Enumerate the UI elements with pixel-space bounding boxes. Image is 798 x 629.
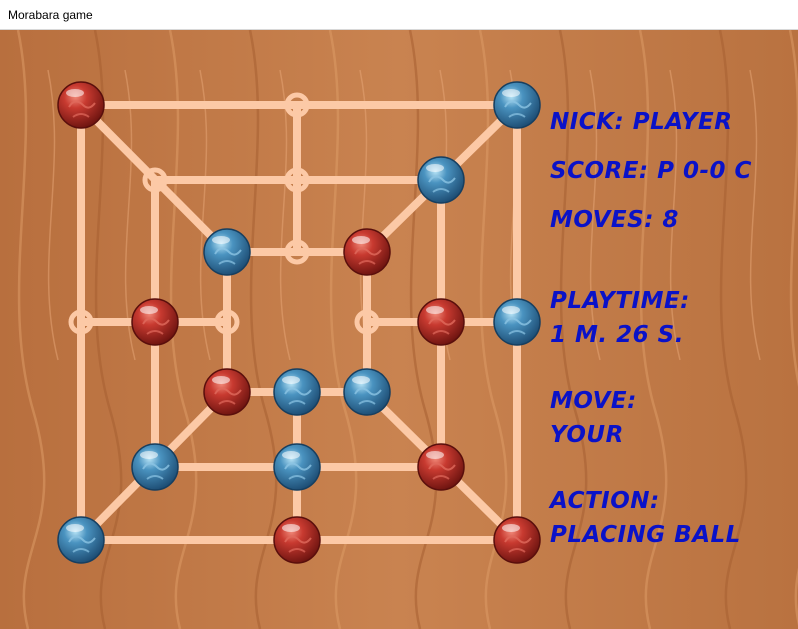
red-ball[interactable] (131, 298, 179, 346)
red-ball[interactable] (493, 516, 541, 564)
score-label: SCORE: P 0-0 C (550, 158, 752, 184)
red-ball[interactable] (203, 368, 251, 416)
action-value: PLACING BALL (550, 522, 741, 548)
blue-ball[interactable] (273, 443, 321, 491)
playtime-value: 1 M. 26 S. (550, 322, 684, 348)
action-label: ACTION: (550, 488, 660, 514)
blue-ball[interactable] (493, 81, 541, 129)
game-area[interactable]: NICK: PLAYER SCORE: P 0-0 C MOVES: 8 PLA… (0, 30, 798, 629)
window-titlebar: Morabara game (0, 0, 798, 30)
blue-ball[interactable] (57, 516, 105, 564)
red-ball[interactable] (417, 443, 465, 491)
window-title: Morabara game (8, 8, 93, 22)
blue-ball[interactable] (273, 368, 321, 416)
nick-label: NICK: PLAYER (550, 109, 733, 135)
blue-ball[interactable] (203, 228, 251, 276)
blue-ball[interactable] (417, 156, 465, 204)
moves-label: MOVES: 8 (550, 207, 679, 233)
blue-ball[interactable] (493, 298, 541, 346)
move-value: YOUR (550, 422, 624, 448)
move-label: MOVE: (550, 388, 637, 414)
red-ball[interactable] (57, 81, 105, 129)
red-ball[interactable] (343, 228, 391, 276)
red-ball[interactable] (273, 516, 321, 564)
red-ball[interactable] (417, 298, 465, 346)
blue-ball[interactable] (343, 368, 391, 416)
playtime-label: PLAYTIME: (550, 288, 690, 314)
blue-ball[interactable] (131, 443, 179, 491)
